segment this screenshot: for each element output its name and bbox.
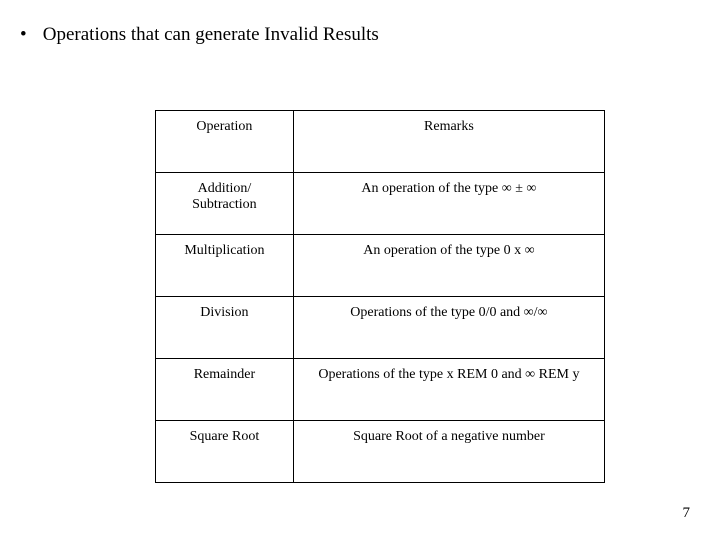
table-row: Remainder Operations of the type x REM 0… xyxy=(156,359,605,421)
table-row: Multiplication An operation of the type … xyxy=(156,235,605,297)
operations-table: Operation Remarks Addition/ Subtraction … xyxy=(155,110,605,483)
cell-remarks: Square Root of a negative number xyxy=(293,421,604,483)
page-number: 7 xyxy=(683,505,691,522)
title-text: Operations that can generate Invalid Res… xyxy=(43,24,379,45)
cell-remarks: Operations of the type x REM 0 and ∞ REM… xyxy=(293,359,604,421)
table-row: Addition/ Subtraction An operation of th… xyxy=(156,173,605,235)
header-operation: Operation xyxy=(156,111,294,173)
cell-operation: Division xyxy=(156,297,294,359)
operation-line2: Subtraction xyxy=(192,197,257,212)
operation-line1: Addition/ xyxy=(198,181,252,196)
cell-remarks: Operations of the type 0/0 and ∞/∞ xyxy=(293,297,604,359)
table-row: Division Operations of the type 0/0 and … xyxy=(156,297,605,359)
bullet-icon: • xyxy=(20,24,38,46)
table-header-row: Operation Remarks xyxy=(156,111,605,173)
cell-operation: Square Root xyxy=(156,421,294,483)
cell-operation: Multiplication xyxy=(156,235,294,297)
cell-operation: Addition/ Subtraction xyxy=(156,173,294,235)
header-remarks: Remarks xyxy=(293,111,604,173)
cell-remarks: An operation of the type 0 x ∞ xyxy=(293,235,604,297)
table-row: Square Root Square Root of a negative nu… xyxy=(156,421,605,483)
operations-table-container: Operation Remarks Addition/ Subtraction … xyxy=(155,110,605,483)
cell-operation: Remainder xyxy=(156,359,294,421)
cell-remarks: An operation of the type ∞ ± ∞ xyxy=(293,173,604,235)
page-title: • Operations that can generate Invalid R… xyxy=(20,24,379,46)
